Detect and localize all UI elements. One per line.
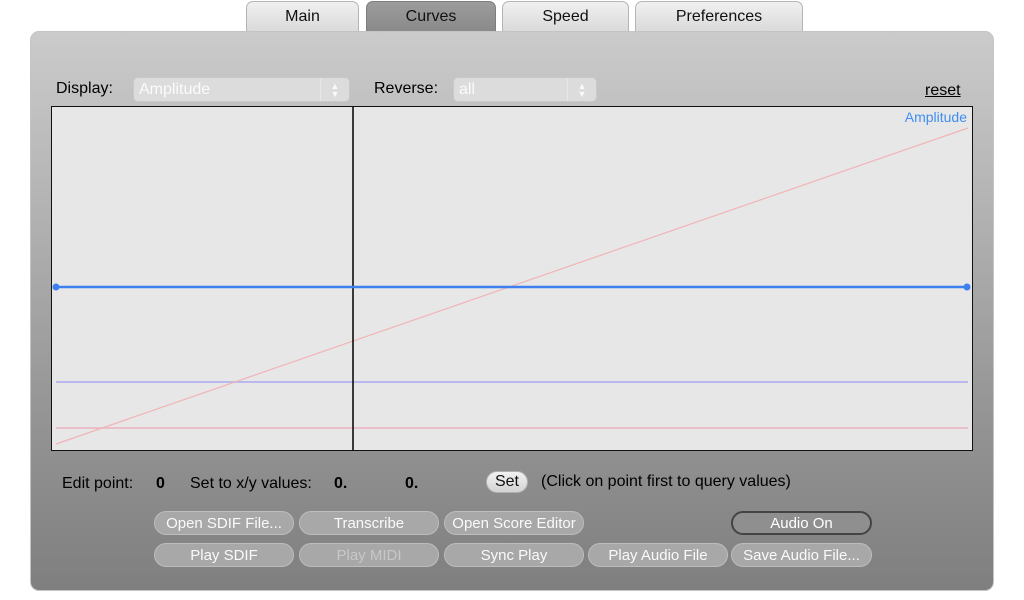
- play-audio-file-button[interactable]: Play Audio File: [588, 543, 728, 567]
- curve-editor[interactable]: Amplitude: [51, 106, 973, 451]
- set-button-label: Set: [494, 473, 519, 490]
- display-select[interactable]: Amplitude ▲ ▼: [133, 77, 350, 102]
- open-score-editor-button[interactable]: Open Score Editor: [444, 511, 584, 535]
- transcribe-button[interactable]: Transcribe: [299, 511, 439, 535]
- reverse-select[interactable]: all ▲ ▼: [453, 77, 597, 102]
- query-hint: (Click on point first to query values): [541, 473, 791, 490]
- reset-link[interactable]: reset: [925, 82, 961, 100]
- reverse-label: Reverse:: [374, 80, 439, 97]
- curve-canvas[interactable]: [52, 107, 972, 450]
- tab-speed-label: Speed: [542, 7, 589, 25]
- reverse-select-value: all: [459, 80, 476, 98]
- set-button[interactable]: Set: [486, 471, 528, 493]
- play-sdif-button[interactable]: Play SDIF: [154, 543, 294, 567]
- audio-on-button[interactable]: Audio On: [731, 511, 872, 535]
- display-select-value: Amplitude: [139, 80, 211, 98]
- open-sdif-button[interactable]: Open SDIF File...: [154, 511, 294, 535]
- tab-main[interactable]: Main: [246, 1, 359, 31]
- x-value[interactable]: 0.: [334, 475, 347, 493]
- set-xy-label: Set to x/y values:: [190, 475, 312, 492]
- edit-point-value: 0: [156, 475, 165, 492]
- tab-curves[interactable]: Curves: [366, 1, 496, 31]
- curve-point-start[interactable]: [52, 283, 60, 291]
- tab-speed[interactable]: Speed: [502, 1, 629, 31]
- tab-preferences[interactable]: Preferences: [635, 1, 803, 31]
- y-value[interactable]: 0.: [405, 475, 418, 493]
- play-midi-button[interactable]: Play MIDI: [299, 543, 439, 567]
- tab-curves-label: Curves: [405, 7, 457, 25]
- display-label: Display:: [56, 80, 113, 97]
- active-curve-label: Amplitude: [904, 109, 967, 125]
- tab-main-label: Main: [285, 7, 320, 25]
- save-audio-file-button[interactable]: Save Audio File...: [731, 543, 872, 567]
- curve-point-end[interactable]: [963, 283, 971, 291]
- sync-play-button[interactable]: Sync Play: [444, 543, 584, 567]
- edit-point-label: Edit point:: [62, 475, 134, 492]
- select-arrows-icon: ▲ ▼: [567, 78, 596, 101]
- select-arrows-icon: ▲ ▼: [320, 78, 349, 101]
- tab-preferences-label: Preferences: [675, 7, 763, 25]
